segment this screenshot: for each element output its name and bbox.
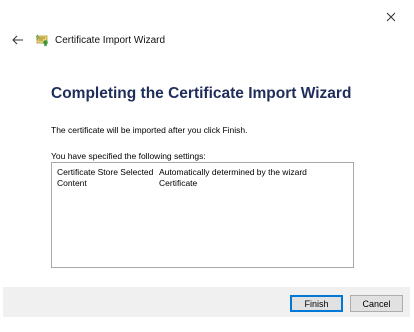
back-button[interactable] — [10, 32, 26, 48]
settings-value: Automatically determined by the wizard — [159, 167, 307, 177]
wizard-window: Certificate Import Wizard Completing the… — [0, 0, 414, 332]
page-heading: Completing the Certificate Import Wizard — [51, 85, 352, 102]
close-icon — [386, 12, 396, 22]
cancel-button[interactable]: Cancel — [350, 295, 403, 312]
certificate-icon — [34, 32, 50, 48]
back-arrow-icon — [12, 35, 23, 45]
finish-button[interactable]: Finish — [290, 295, 343, 312]
button-bar: Finish Cancel — [3, 287, 410, 317]
window-title: Certificate Import Wizard — [55, 34, 166, 46]
settings-label: You have specified the following setting… — [51, 151, 206, 161]
close-button[interactable] — [382, 8, 400, 26]
settings-row: Certificate Store Selected Automatically… — [57, 167, 353, 178]
settings-list[interactable]: Certificate Store Selected Automatically… — [51, 162, 354, 268]
settings-key: Certificate Store Selected — [57, 167, 154, 177]
settings-row: Content Certificate — [57, 178, 353, 189]
settings-value: Certificate — [159, 178, 198, 188]
info-text: The certificate will be imported after y… — [51, 125, 248, 135]
title-row: Certificate Import Wizard — [10, 31, 165, 49]
settings-key: Content — [57, 178, 87, 188]
